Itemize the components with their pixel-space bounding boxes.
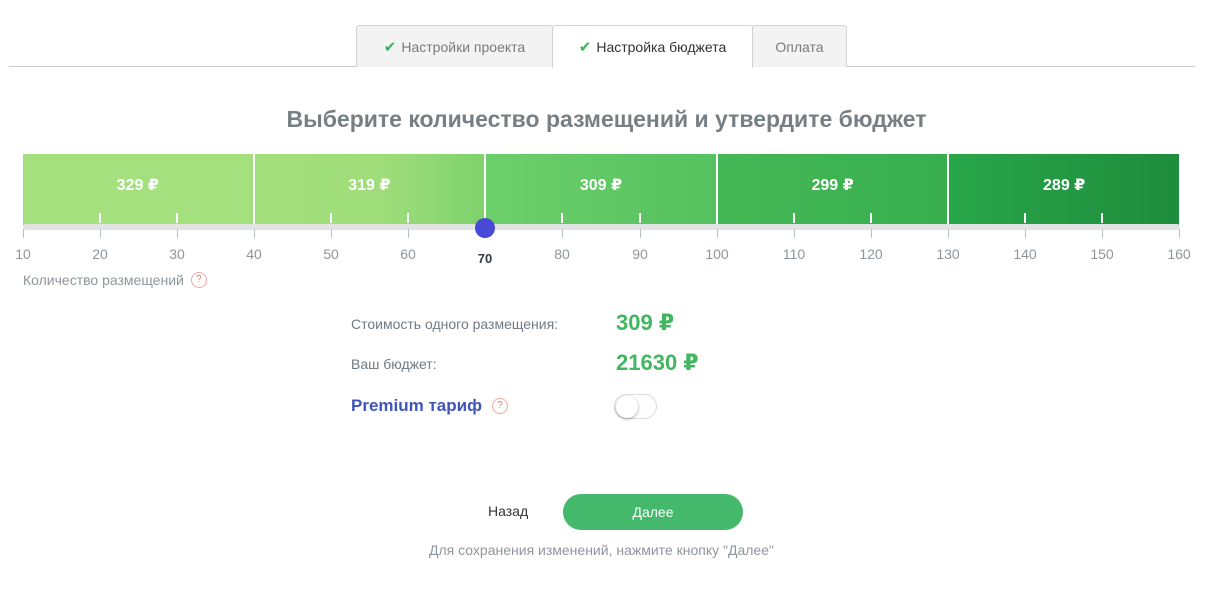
- segment-price: 329 ₽: [116, 177, 159, 194]
- toggle-knob: [616, 396, 638, 418]
- axis-tick: [717, 229, 718, 238]
- axis-tick: [100, 229, 101, 238]
- tab-label: Настройка бюджета: [596, 39, 727, 55]
- axis-tick: [948, 229, 949, 238]
- axis-tick: [640, 229, 641, 238]
- segment-price: 289 ₽: [1043, 177, 1086, 194]
- axis-label: 110: [782, 246, 806, 262]
- tab-budget-settings[interactable]: ✔ Настройка бюджета: [552, 25, 753, 68]
- premium-label: Premium тариф: [351, 396, 482, 415]
- axis-label: 130: [936, 246, 960, 262]
- quantity-slider-track[interactable]: [23, 224, 1180, 230]
- check-icon: ✔: [383, 38, 397, 56]
- band-tick: [330, 213, 332, 223]
- budget-label: Ваш бюджет:: [351, 356, 437, 372]
- axis-label: 150: [1090, 246, 1114, 262]
- axis-label: 20: [92, 246, 108, 262]
- segment-price: 299 ₽: [811, 177, 854, 194]
- band-tick: [870, 213, 872, 223]
- tab-label: Настройки проекта: [401, 38, 526, 55]
- quantity-slider-handle[interactable]: [475, 218, 495, 238]
- price-segment: 329 ₽: [23, 154, 253, 225]
- axis-label: 90: [632, 246, 648, 262]
- segment-price: 319 ₽: [348, 177, 391, 194]
- axis-label: 40: [246, 246, 262, 262]
- premium-toggle[interactable]: [614, 394, 657, 419]
- axis-tick: [331, 229, 332, 238]
- price-band: 329 ₽ 319 ₽ 309 ₽ 299 ₽ 289 ₽: [23, 154, 1179, 225]
- save-hint: Для сохранения изменений, нажмите кнопку…: [429, 542, 774, 558]
- axis-label: 60: [400, 246, 416, 262]
- price-segment: 299 ₽: [715, 154, 948, 225]
- axis-tick: [871, 229, 872, 238]
- quantity-label-text: Количество размещений: [23, 272, 184, 288]
- budget-settings-page: ✔ Настройки проекта ✔ Настройка бюджета …: [0, 0, 1213, 591]
- tab-project-settings[interactable]: ✔ Настройки проекта: [356, 25, 553, 67]
- premium-tariff: Premium тариф ?: [351, 396, 508, 416]
- axis-tick: [177, 229, 178, 238]
- axis-tick: [562, 229, 563, 238]
- axis-label: 10: [15, 246, 31, 262]
- axis-label: 160: [1167, 246, 1191, 262]
- per-placement-label: Стоимость одного размещения:: [351, 316, 559, 332]
- quantity-label: Количество размещений ?: [23, 272, 207, 288]
- segment-price: 309 ₽: [579, 177, 623, 194]
- axis-tick: [1102, 229, 1103, 238]
- axis-tick: [1179, 229, 1180, 238]
- help-icon[interactable]: ?: [190, 272, 207, 288]
- axis-label: 50: [323, 246, 339, 262]
- page-title: Выберите количество размещений и утверди…: [286, 106, 927, 132]
- tab-label: Оплата: [775, 38, 824, 55]
- band-tick: [176, 213, 178, 223]
- axis-tick: [23, 229, 24, 238]
- axis-label: 140: [1013, 246, 1037, 262]
- band-tick: [1024, 213, 1026, 223]
- axis-tick: [408, 229, 409, 238]
- band-tick: [99, 213, 101, 223]
- axis-tick: [794, 229, 795, 238]
- band-tick: [639, 213, 641, 223]
- axis-label: 100: [705, 246, 729, 262]
- axis-label: 120: [859, 246, 883, 262]
- axis-label-selected: 70: [477, 251, 493, 266]
- band-tick: [407, 213, 409, 223]
- per-placement-value: 309 ₽: [616, 310, 675, 335]
- axis-label: 80: [554, 246, 570, 262]
- back-button[interactable]: Назад: [488, 503, 528, 519]
- axis-tick: [1025, 229, 1026, 238]
- help-icon[interactable]: ?: [491, 398, 508, 414]
- band-tick: [1101, 213, 1103, 223]
- budget-value: 21630 ₽: [616, 350, 699, 375]
- axis-tick: [254, 229, 255, 238]
- check-icon: ✔: [578, 39, 592, 56]
- price-segment: 319 ₽: [252, 154, 485, 225]
- band-tick: [561, 213, 563, 223]
- next-button[interactable]: Далее: [563, 494, 743, 530]
- price-segment: 309 ₽: [484, 154, 716, 225]
- price-segment: 289 ₽: [947, 154, 1179, 225]
- axis-label: 30: [169, 246, 185, 262]
- tab-payment[interactable]: Оплата: [752, 25, 847, 67]
- band-tick: [793, 213, 795, 223]
- step-tabs: ✔ Настройки проекта ✔ Настройка бюджета …: [9, 25, 1195, 68]
